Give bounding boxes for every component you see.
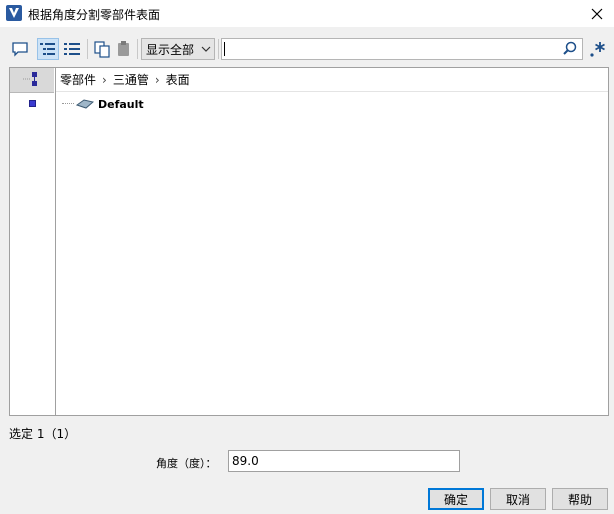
chevron-right-icon: ›	[154, 72, 160, 87]
ok-button[interactable]: 确定	[428, 488, 484, 510]
selection-status: 选定 1（1）	[9, 427, 77, 441]
window-title: 根据角度分割零部件表面	[28, 8, 161, 22]
display-filter-dropdown[interactable]: 显示全部	[141, 38, 215, 60]
surface-icon	[76, 99, 94, 109]
tree-view-toggle[interactable]	[37, 38, 59, 60]
comment-button[interactable]	[9, 38, 31, 60]
angle-field[interactable]	[228, 450, 460, 472]
angle-label: 角度（度）：	[156, 457, 217, 470]
toolbar-separator	[87, 39, 88, 59]
text-caret	[224, 42, 225, 56]
cancel-button[interactable]: 取消	[490, 488, 546, 510]
tree-item[interactable]: Default	[62, 95, 144, 113]
search-icon	[563, 41, 577, 55]
chevron-down-icon	[198, 46, 214, 52]
display-filter-value: 显示全部	[146, 42, 195, 57]
gutter-header-button[interactable]	[10, 68, 54, 93]
tree-connector	[62, 103, 74, 105]
asterisk-icon	[590, 42, 605, 57]
copy-button[interactable]	[91, 38, 113, 60]
title-bar: 根据角度分割零部件表面	[0, 0, 614, 27]
selection-marker[interactable]	[29, 100, 36, 107]
tree-gutter	[10, 68, 56, 415]
speech-bubble-icon	[12, 42, 28, 57]
close-button[interactable]	[580, 0, 614, 27]
hierarchy-toggle-icon	[23, 72, 37, 86]
toolbar-separator	[218, 39, 219, 59]
flat-list-toggle[interactable]	[61, 38, 83, 60]
app-logo-icon	[6, 5, 22, 21]
breadcrumb-item[interactable]: 三通管	[113, 71, 149, 88]
selection-tree-panel: 零部件 › 三通管 › 表面 Default	[9, 67, 609, 416]
wildcard-search-button[interactable]	[587, 38, 609, 60]
paste-button[interactable]	[113, 38, 135, 60]
help-button[interactable]: 帮助	[552, 488, 608, 510]
toolbar: 显示全部	[0, 35, 614, 63]
copy-icon	[94, 41, 110, 58]
breadcrumb: 零部件 › 三通管 › 表面	[56, 68, 608, 92]
chevron-right-icon: ›	[102, 72, 107, 87]
search-input[interactable]	[221, 38, 583, 60]
breadcrumb-item[interactable]: 零部件	[60, 71, 96, 88]
tree-list-icon	[40, 43, 55, 55]
close-icon	[591, 8, 603, 19]
toolbar-separator	[137, 39, 138, 59]
paste-icon	[118, 41, 129, 56]
breadcrumb-item[interactable]: 表面	[166, 71, 190, 88]
list-icon	[64, 43, 80, 55]
tree-item-label: Default	[98, 97, 144, 111]
